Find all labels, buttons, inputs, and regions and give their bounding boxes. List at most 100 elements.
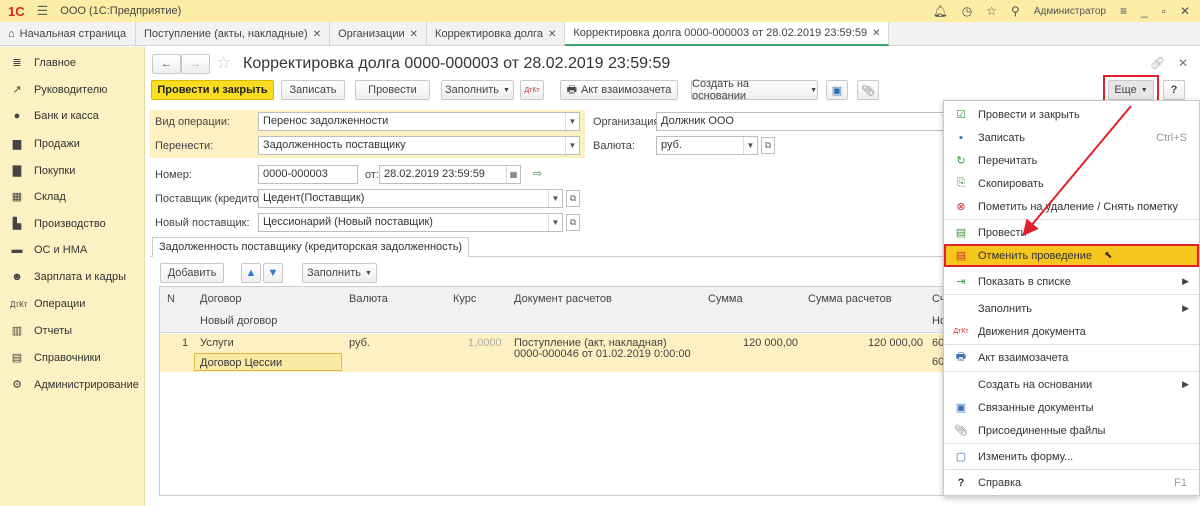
user-name[interactable]: Администратор	[1034, 6, 1106, 17]
sidebar-item-references[interactable]: ▤ Справочники	[10, 351, 101, 365]
tab-supplier-debt[interactable]: Задолженность поставщику (кредиторская з…	[152, 237, 470, 257]
bell-icon[interactable]: 🔔︎	[933, 4, 948, 18]
more-button[interactable]: Еще ▼	[1108, 80, 1154, 100]
menu-item-create-based[interactable]: Создать на основании ▶	[944, 373, 1199, 396]
tab-debt-adjustment-doc[interactable]: Корректировка долга 0000-000003 от 28.02…	[565, 22, 890, 46]
basket-icon: ▇	[12, 165, 22, 177]
close-tab-icon[interactable]: ✕	[548, 29, 556, 40]
number-field[interactable]: 0000-000003	[258, 165, 358, 184]
main-menu-icon[interactable]: ☰	[37, 3, 49, 19]
act-button[interactable]: 🖶︎ Акт взаимозачета	[560, 80, 678, 100]
sidebar-item-bank[interactable]: ● Банк и касса	[10, 110, 99, 122]
home-icon: ⌂	[8, 28, 15, 40]
link-icon[interactable]: 🔗︎	[1150, 56, 1165, 70]
menu-item-fill[interactable]: Заполнить ▶	[944, 297, 1199, 320]
back-button[interactable]: ←	[152, 54, 181, 74]
open-icon[interactable]: ⧉	[761, 137, 775, 154]
chevron-down-icon: ▼	[810, 86, 817, 94]
chevron-right-icon: ▶	[1182, 379, 1189, 389]
menu-item-act[interactable]: 🖶︎ Акт взаимозачета	[944, 346, 1199, 369]
related-docs-button[interactable]: ▣	[826, 80, 848, 100]
menu-item-related-docs[interactable]: ▣ Связанные документы	[944, 396, 1199, 419]
transfer-select[interactable]: Задолженность поставщику ▼	[258, 136, 580, 155]
close-tab-icon[interactable]: ✕	[872, 28, 880, 39]
menu-item-attached-files[interactable]: 📎︎ Присоединенные файлы	[944, 419, 1199, 442]
history-icon[interactable]: ◷	[962, 4, 972, 18]
sidebar-item-admin[interactable]: ⚙ Администрирование	[10, 378, 139, 392]
organization-field[interactable]: Должник ООО	[656, 112, 946, 131]
forward-button[interactable]: →	[181, 54, 210, 74]
tab-organizations[interactable]: Организации ✕	[330, 22, 428, 46]
help-button[interactable]: ?	[1163, 80, 1185, 100]
dt-kt-icon: ДтКт	[953, 328, 969, 335]
favorite-star-icon[interactable]: ☆	[216, 53, 231, 73]
menu-item-change-form[interactable]: ▢ Изменить форму...	[944, 445, 1199, 468]
move-up-button[interactable]: ▲	[241, 263, 261, 283]
save-button[interactable]: Записать	[281, 80, 345, 100]
sidebar-item-reports[interactable]: ▥ Отчеты	[10, 324, 72, 338]
post-button[interactable]: Провести	[355, 80, 430, 100]
menu-item-copy[interactable]: ⎘ Скопировать	[944, 172, 1199, 195]
settings-menu-icon[interactable]: ≡	[1120, 4, 1127, 18]
tab-receipts[interactable]: Поступление (акты, накладные) ✕	[136, 22, 331, 46]
chevron-down-icon: ▼	[565, 137, 579, 154]
sidebar-item-warehouse[interactable]: ▦ Склад	[10, 190, 66, 204]
sidebar-item-production[interactable]: ▙ Производство	[10, 217, 106, 231]
maximize-icon[interactable]: ▫	[1162, 4, 1166, 18]
tab-debt-adjustment-list[interactable]: Корректировка долга ✕	[427, 22, 566, 46]
search-icon[interactable]: ⚲	[1011, 4, 1020, 18]
menu-item-movements[interactable]: ДтКт Движения документа	[944, 320, 1199, 343]
add-button[interactable]: Добавить	[160, 263, 224, 283]
date-field[interactable]: 28.02.2019 23:59:59 ▦	[379, 165, 521, 184]
print-icon: 🖶︎	[955, 351, 967, 363]
new-supplier-field[interactable]: Цессионарий (Новый поставщик) ▼	[258, 213, 563, 232]
sidebar-item-payroll[interactable]: ☻ Зарплата и кадры	[10, 271, 126, 283]
attach-button[interactable]: 📎︎	[857, 80, 879, 100]
related-icon: ▣	[955, 402, 967, 414]
close-form-icon[interactable]: ✕	[1178, 56, 1188, 70]
dt-kt-button[interactable]: ДтКт	[520, 80, 544, 100]
open-icon[interactable]: ⧉	[566, 214, 580, 231]
fill-button[interactable]: Заполнить ▼	[441, 80, 514, 100]
calendar-icon[interactable]: ▦	[506, 166, 520, 183]
factory-icon: ▙	[12, 218, 22, 230]
supplier-field[interactable]: Цедент(Поставщик) ▼	[258, 189, 563, 208]
menu-icon: ≣	[12, 57, 22, 69]
menu-item-unpost[interactable]: ▤ Отменить проведение ⬉	[944, 244, 1199, 267]
menu-item-post[interactable]: ▤ Провести	[944, 221, 1199, 244]
post-and-close-button[interactable]: Провести и закрыть	[151, 80, 274, 100]
table-row[interactable]: 1 Услуги Договор Цессии руб. 1,0000 Пост…	[160, 334, 944, 372]
new-contract-cell[interactable]: Договор Цессии	[194, 353, 342, 371]
menu-item-reread[interactable]: ↻ Перечитать	[944, 149, 1199, 172]
menu-item-mark-delete[interactable]: ⊗ Пометить на удаление / Снять пометку	[944, 195, 1199, 218]
table-fill-button[interactable]: Заполнить ▼	[302, 263, 377, 283]
gear-icon: ⚙	[12, 379, 22, 391]
sidebar-item-main[interactable]: ≣ Главное	[10, 56, 76, 70]
chevron-right-icon: ▶	[1182, 276, 1189, 286]
menu-item-help[interactable]: ? Справка F1	[944, 471, 1199, 494]
menu-item-post-close[interactable]: ☑ Провести и закрыть	[944, 103, 1199, 126]
sidebar-item-assets[interactable]: ▬ ОС и НМА	[10, 244, 88, 256]
tab-home[interactable]: ⌂ Начальная страница	[0, 22, 136, 46]
close-tab-icon[interactable]: ✕	[313, 29, 321, 40]
move-down-button[interactable]: ▼	[263, 263, 283, 283]
menu-item-save[interactable]: ▪ Записать Ctrl+S	[944, 126, 1199, 149]
chart-icon: ▥	[11, 325, 23, 337]
open-icon[interactable]: ⧉	[566, 190, 580, 207]
related-icon: ▣	[831, 84, 843, 97]
close-tab-icon[interactable]: ✕	[410, 29, 418, 40]
create-based-button[interactable]: Создать на основании ▼	[691, 78, 818, 102]
sidebar-item-sales[interactable]: ▆ Продажи	[10, 137, 80, 151]
sidebar-item-manager[interactable]: ↗ Руководителю	[10, 83, 107, 97]
sidebar-item-purchases[interactable]: ▇ Покупки	[10, 164, 76, 178]
date-action-icon[interactable]: ⇨	[533, 167, 542, 180]
menu-item-show-in-list[interactable]: ⇥ Показать в списке ▶	[944, 270, 1199, 293]
minimize-icon[interactable]: _	[1141, 4, 1148, 18]
more-menu: ☑ Провести и закрыть ▪ Записать Ctrl+S ↻ Пер…	[943, 100, 1200, 496]
operation-type-select[interactable]: Перенос задолженности ▼	[258, 112, 580, 131]
close-icon[interactable]: ✕	[1180, 4, 1190, 18]
star-icon[interactable]: ☆	[986, 4, 997, 18]
currency-field[interactable]: руб. ▼	[656, 136, 758, 155]
sidebar-item-operations[interactable]: ДтКт Операции	[10, 298, 85, 310]
chevron-down-icon: ▼	[365, 269, 372, 277]
